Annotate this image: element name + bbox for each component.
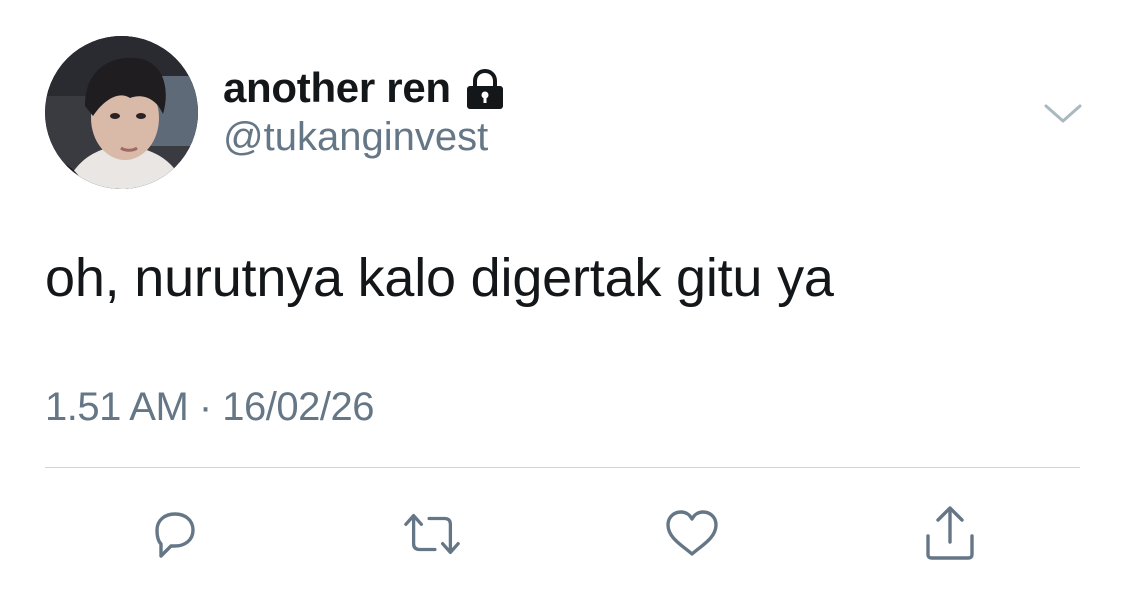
- reply-button[interactable]: [145, 505, 205, 563]
- user-handle[interactable]: @tukanginvest: [223, 115, 488, 160]
- retweet-button[interactable]: [402, 505, 462, 563]
- share-icon: [926, 506, 974, 560]
- tweet-timestamp[interactable]: 1.51 AM · 16/02/26: [45, 385, 375, 430]
- lock-icon: [465, 68, 505, 111]
- divider: [45, 467, 1080, 468]
- chevron-down-icon[interactable]: [1043, 97, 1083, 127]
- heart-icon: [666, 510, 718, 556]
- like-button[interactable]: [662, 505, 722, 563]
- display-name[interactable]: another ren: [223, 64, 451, 112]
- retweet-icon: [404, 513, 460, 555]
- reply-icon: [155, 512, 195, 558]
- tweet-card: another ren @tukanginvest oh, nurutnya k…: [0, 0, 1125, 601]
- avatar[interactable]: [45, 36, 198, 189]
- tweet-text: oh, nurutnya kalo digertak gitu ya: [45, 248, 834, 308]
- share-button[interactable]: [920, 505, 980, 563]
- avatar-image: [45, 36, 198, 189]
- author-row: another ren: [223, 60, 505, 116]
